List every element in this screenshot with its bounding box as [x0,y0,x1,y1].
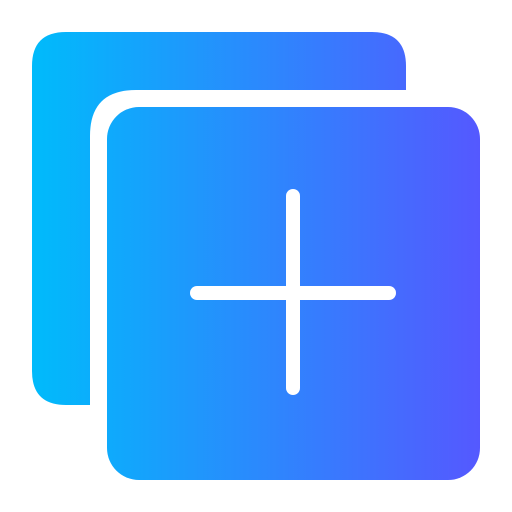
add-copy-icon [32,32,480,480]
icon-canvas [0,0,512,512]
